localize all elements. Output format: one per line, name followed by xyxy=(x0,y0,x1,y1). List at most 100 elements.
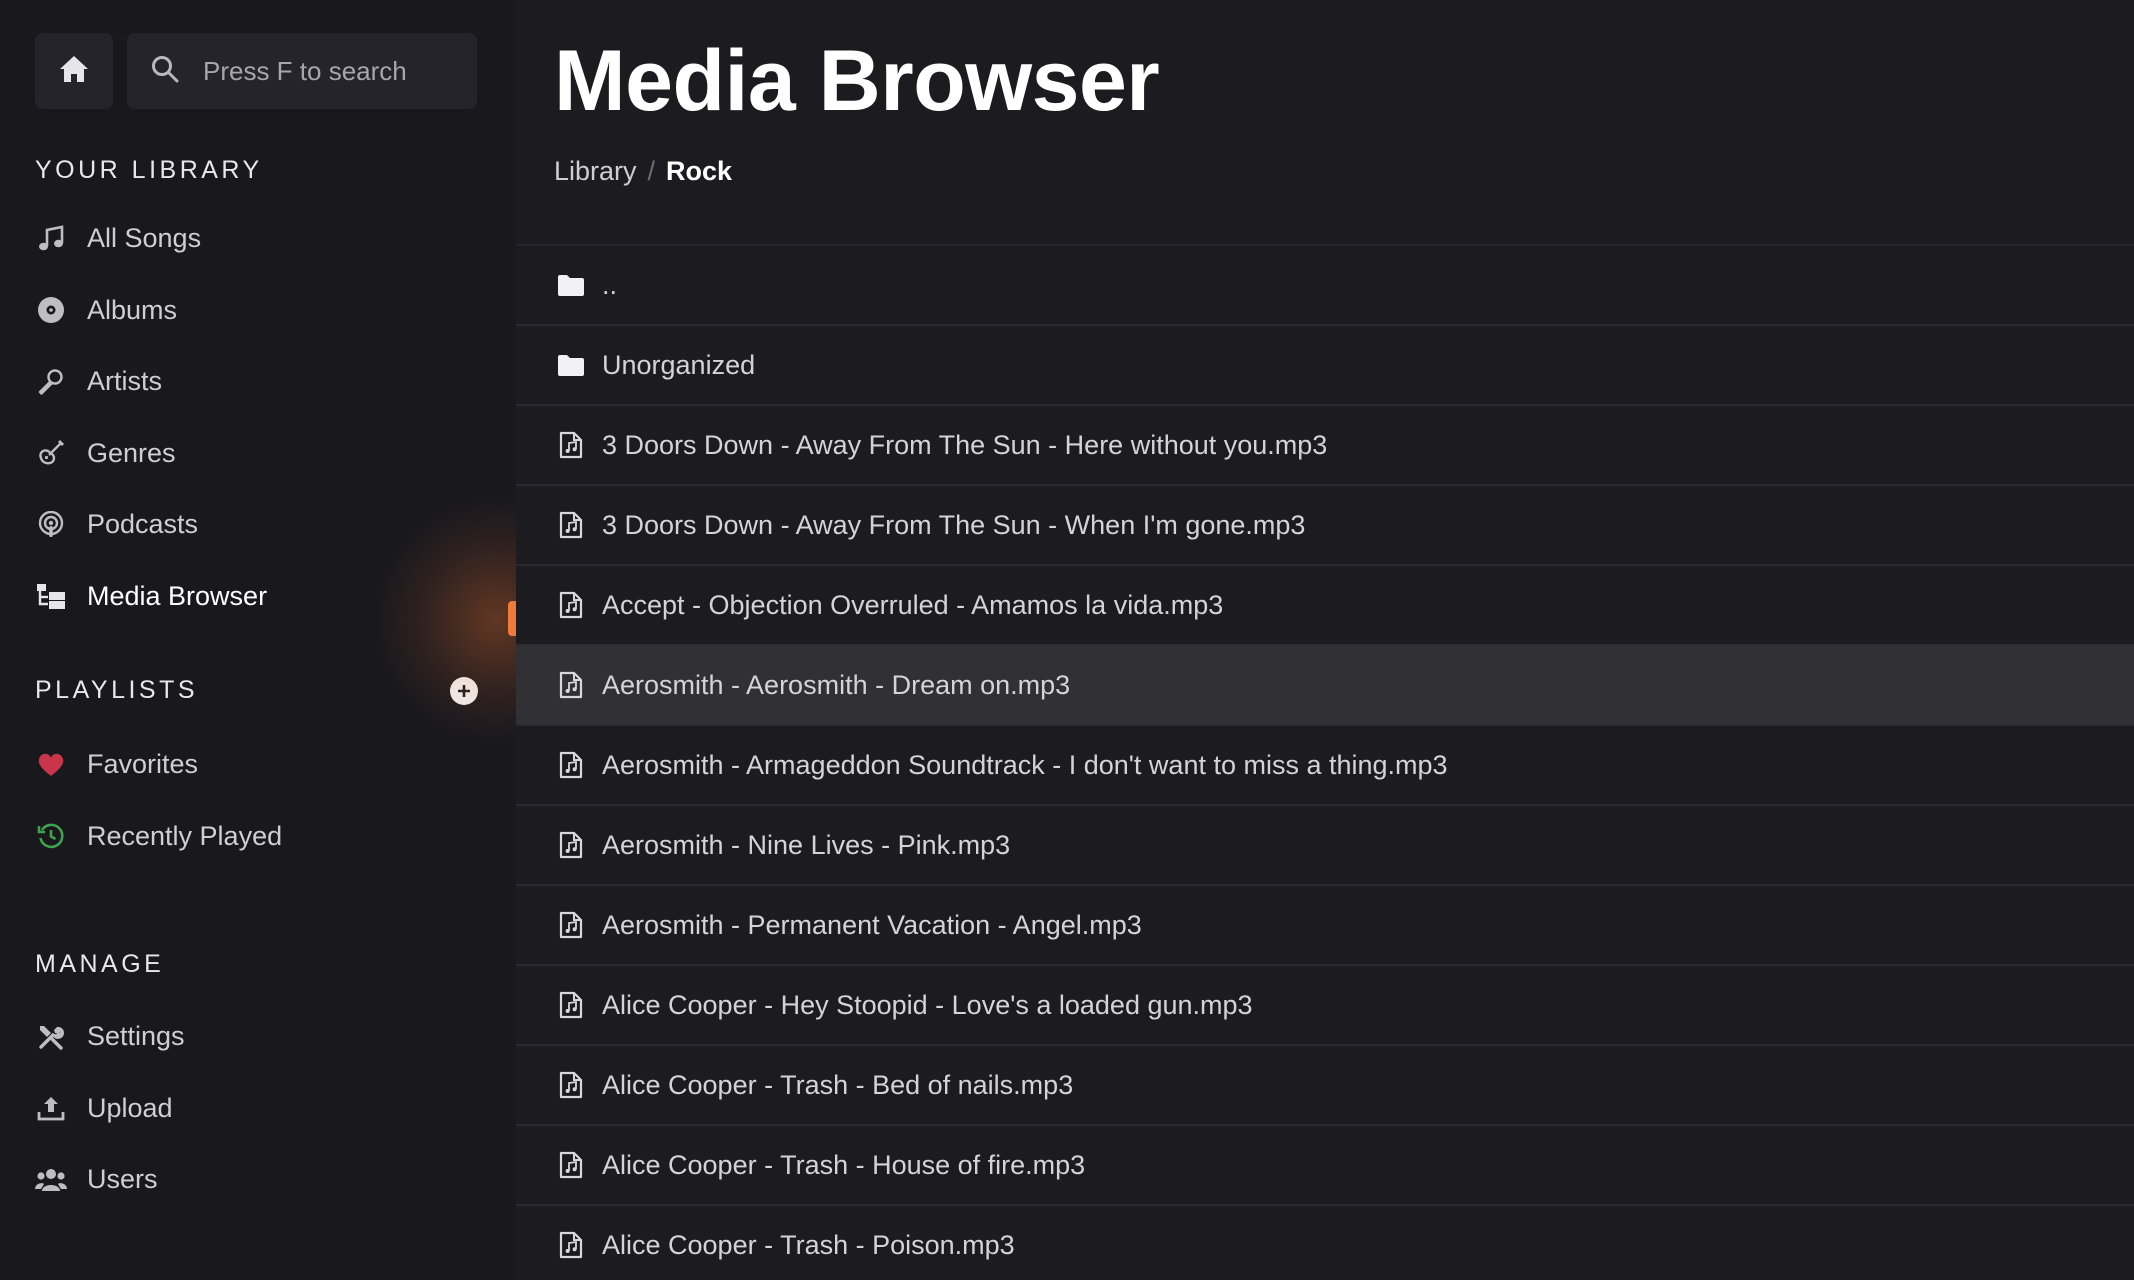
row-name: Alice Cooper - Trash - Bed of nails.mp3 xyxy=(602,1069,1074,1100)
file-list: .. Unorganized 3 Doors Down - Away From … xyxy=(516,244,2134,1280)
disc-icon xyxy=(35,294,67,326)
page-header: Media Browser Library / Rock xyxy=(516,0,2134,208)
upload-icon xyxy=(35,1092,67,1124)
file-row[interactable]: 3 Doors Down - Away From The Sun - Here … xyxy=(516,406,2134,486)
sidebar-item-label: All Songs xyxy=(87,223,202,254)
podcast-icon xyxy=(35,509,67,541)
folder-icon xyxy=(556,270,586,300)
sidebar-item-label: Media Browser xyxy=(87,580,268,611)
playlists-title-text: PLAYLISTS xyxy=(35,676,199,704)
sidebar-item-favorites[interactable]: Favorites xyxy=(35,729,516,801)
sidebar-item-label: Settings xyxy=(87,1021,185,1052)
file-row[interactable]: Aerosmith - Nine Lives - Pink.mp3 xyxy=(516,806,2134,886)
home-icon xyxy=(59,55,89,88)
sidebar-item-genres[interactable]: Genres xyxy=(35,418,516,490)
file-row[interactable]: Accept - Objection Overruled - Amamos la… xyxy=(516,566,2134,646)
row-name: Accept - Objection Overruled - Amamos la… xyxy=(602,589,1224,620)
search-box[interactable] xyxy=(127,33,516,109)
plus-icon xyxy=(457,676,471,705)
library-title-text: YOUR LIBRARY xyxy=(35,156,263,184)
heart-icon xyxy=(35,749,67,781)
row-name: Unorganized xyxy=(602,349,756,380)
row-name: Alice Cooper - Hey Stoopid - Love's a lo… xyxy=(602,989,1253,1020)
page-title: Media Browser xyxy=(554,33,1160,129)
audio-file-icon xyxy=(556,1070,586,1100)
history-icon xyxy=(35,820,67,852)
sidebar: YOUR LIBRARY All Songs Albums Artists xyxy=(0,0,516,1280)
row-name: 3 Doors Down - Away From The Sun - Here … xyxy=(602,429,1328,460)
audio-file-icon xyxy=(556,1150,586,1180)
folder-icon xyxy=(556,350,586,380)
file-row[interactable]: Alice Cooper - Trash - House of fire.mp3 xyxy=(516,1126,2134,1206)
row-name: Aerosmith - Armageddon Soundtrack - I do… xyxy=(602,749,1448,780)
guitar-icon xyxy=(35,437,67,469)
file-row[interactable]: Alice Cooper - Trash - Poison.mp3 xyxy=(516,1206,2134,1280)
breadcrumb-library-link[interactable]: Library xyxy=(554,156,637,187)
microphone-icon xyxy=(35,366,67,398)
file-row[interactable]: Aerosmith - Aerosmith - Dream on.mp3 xyxy=(516,646,2134,726)
users-icon xyxy=(35,1164,67,1196)
folder-row[interactable]: .. xyxy=(516,246,2134,326)
sidebar-item-upload[interactable]: Upload xyxy=(35,1073,516,1145)
manage-nav: Settings Upload Users xyxy=(35,1001,516,1216)
playlists-nav: Favorites Recently Played xyxy=(35,729,516,872)
folder-tree-icon xyxy=(35,580,67,612)
audio-file-icon xyxy=(556,750,586,780)
search-input[interactable] xyxy=(201,54,516,88)
sidebar-item-users[interactable]: Users xyxy=(35,1144,516,1216)
manage-section-title: MANAGE xyxy=(35,950,516,979)
library-section-title: YOUR LIBRARY xyxy=(35,156,516,185)
audio-file-icon xyxy=(556,1230,586,1260)
row-name: Aerosmith - Aerosmith - Dream on.mp3 xyxy=(602,669,1071,700)
tools-icon xyxy=(35,1021,67,1053)
sidebar-item-settings[interactable]: Settings xyxy=(35,1001,516,1073)
row-name: 3 Doors Down - Away From The Sun - When … xyxy=(602,509,1306,540)
sidebar-item-label: Users xyxy=(87,1164,158,1195)
sidebar-item-artists[interactable]: Artists xyxy=(35,346,516,418)
file-row[interactable]: Alice Cooper - Trash - Bed of nails.mp3 xyxy=(516,1046,2134,1126)
music-note-icon xyxy=(35,223,67,255)
audio-file-icon xyxy=(556,590,586,620)
file-row[interactable]: 3 Doors Down - Away From The Sun - When … xyxy=(516,486,2134,566)
add-playlist-button[interactable] xyxy=(450,676,478,705)
active-indicator xyxy=(508,601,516,636)
audio-file-icon xyxy=(556,830,586,860)
sidebar-item-media-browser[interactable]: Media Browser xyxy=(35,561,516,633)
file-row[interactable]: Alice Cooper - Hey Stoopid - Love's a lo… xyxy=(516,966,2134,1046)
audio-file-icon xyxy=(556,990,586,1020)
main-content: Media Browser Library / Rock .. Unorgani… xyxy=(516,0,2134,1280)
sidebar-item-albums[interactable]: Albums xyxy=(35,275,516,347)
sidebar-item-recently-played[interactable]: Recently Played xyxy=(35,801,516,873)
sidebar-item-label: Recently Played xyxy=(87,820,283,851)
row-name: Alice Cooper - Trash - House of fire.mp3 xyxy=(602,1149,1086,1180)
row-name: .. xyxy=(602,269,618,300)
sidebar-item-label: Upload xyxy=(87,1092,173,1123)
audio-file-icon xyxy=(556,430,586,460)
breadcrumb-separator: / xyxy=(647,156,656,187)
row-name: Alice Cooper - Trash - Poison.mp3 xyxy=(602,1229,1015,1260)
row-name: Aerosmith - Permanent Vacation - Angel.m… xyxy=(602,909,1142,940)
sidebar-item-label: Podcasts xyxy=(87,509,199,540)
breadcrumb-current: Rock xyxy=(666,156,733,187)
audio-file-icon xyxy=(556,910,586,940)
file-row[interactable]: Aerosmith - Armageddon Soundtrack - I do… xyxy=(516,726,2134,806)
sidebar-item-all-songs[interactable]: All Songs xyxy=(35,203,516,275)
breadcrumb: Library / Rock xyxy=(554,156,2134,187)
sidebar-item-label: Favorites xyxy=(87,749,199,780)
sidebar-top-bar xyxy=(35,33,516,109)
playlists-section-title: PLAYLISTS xyxy=(35,676,516,705)
file-row[interactable]: Aerosmith - Permanent Vacation - Angel.m… xyxy=(516,886,2134,966)
audio-file-icon xyxy=(556,510,586,540)
sidebar-item-label: Artists xyxy=(87,366,163,397)
library-nav: All Songs Albums Artists Genres Podcasts… xyxy=(35,203,516,632)
audio-file-icon xyxy=(556,670,586,700)
manage-title-text: MANAGE xyxy=(35,950,165,978)
sidebar-item-podcasts[interactable]: Podcasts xyxy=(35,489,516,561)
home-button[interactable] xyxy=(35,33,113,109)
sidebar-item-label: Albums xyxy=(87,294,178,325)
search-icon xyxy=(151,55,179,88)
row-name: Aerosmith - Nine Lives - Pink.mp3 xyxy=(602,829,1011,860)
folder-row[interactable]: Unorganized xyxy=(516,326,2134,406)
sidebar-item-label: Genres xyxy=(87,437,176,468)
app: YOUR LIBRARY All Songs Albums Artists xyxy=(0,0,2134,1280)
